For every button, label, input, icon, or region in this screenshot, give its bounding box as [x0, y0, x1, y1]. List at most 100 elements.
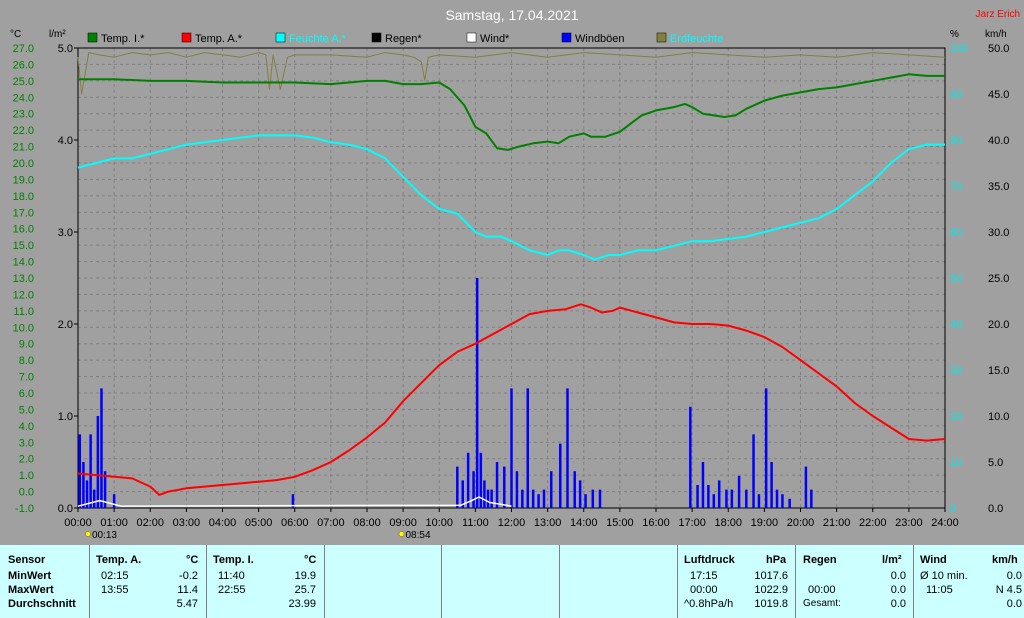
temp-tick-label: 13.0 — [13, 273, 34, 285]
temp-i-max-time: 22:55 — [218, 584, 246, 596]
legend-swatch — [466, 32, 477, 43]
legend-swatch — [656, 32, 667, 43]
annotation-label: 08:54 — [406, 530, 431, 541]
temp-i-max-val: 25.7 — [294, 584, 316, 596]
chart-title: Samstag, 17.04.2021 — [445, 7, 578, 23]
temp-a-max-val: 11.4 — [177, 584, 198, 596]
rain-total: 0.0 — [890, 598, 906, 610]
pressure-max-val: 1022.9 — [754, 584, 788, 596]
x-tick-label: 14:00 — [570, 517, 598, 529]
humidity-tick-label: 40 — [950, 319, 962, 331]
temp-a-avg: 5.47 — [176, 598, 198, 610]
legend-swatch — [181, 32, 192, 43]
temp-i-min-val: 19.9 — [294, 570, 316, 582]
x-tick-label: 23:00 — [895, 517, 923, 529]
rain-max-val: 0.0 — [890, 584, 906, 596]
legend-swatch — [87, 32, 98, 43]
sensor-header: Sensor — [8, 554, 46, 566]
temp-tick-label: 12.0 — [13, 289, 34, 301]
x-tick-label: 11:00 — [462, 517, 489, 529]
temp-tick-label: 0.0 — [19, 487, 34, 499]
temp-tick-label: 18.0 — [13, 191, 34, 203]
temp-tick-label: 24.0 — [13, 92, 34, 104]
temp-i-header: Temp. I. — [213, 554, 254, 566]
rain-min-val: 0.0 — [890, 570, 906, 582]
temp-tick-label: 4.0 — [19, 421, 34, 433]
x-axis-ticks: 00:00 01:00 02:00 03:00 04:00 05:00 06:00 07:00… — [64, 508, 959, 529]
x-tick-label: 18:00 — [714, 517, 742, 529]
humidity-tick-label: 0 — [950, 503, 956, 515]
temp-tick-label: 27.0 — [13, 43, 34, 55]
temp-a-unit: °C — [186, 554, 199, 566]
unit-temp: °C — [10, 29, 21, 40]
pressure-header: Luftdruck — [684, 554, 735, 566]
unit-wind: km/h — [985, 29, 1007, 40]
rain-tick-label: 3.0 — [58, 227, 73, 239]
legend-label: Temp. A.* — [195, 33, 243, 45]
humidity-tick-label: 10 — [950, 457, 962, 469]
x-tick-label: 03:00 — [173, 517, 201, 529]
x-tick-label: 19:00 — [751, 517, 779, 529]
sun-marker-icon — [85, 531, 91, 537]
x-tick-label: 02:00 — [136, 517, 164, 529]
row-label-avg: Durchschnitt — [8, 598, 76, 610]
legend-label: Erdfeuchte — [670, 33, 723, 45]
legend-label: Temp. I.* — [101, 33, 145, 45]
rain-total-label: Gesamt: — [803, 598, 841, 609]
wind-tick-label: 15.0 — [988, 365, 1009, 377]
temp-tick-label: 5.0 — [19, 404, 34, 416]
temp-i-avg: 23.99 — [288, 598, 316, 610]
temp-tick-label: 6.0 — [19, 388, 34, 400]
legend-label: Regen* — [385, 33, 422, 45]
wind-min-val: 0.0 — [1006, 570, 1022, 582]
rain-tick-label: 1.0 — [58, 411, 73, 423]
weather-chart: 27.0 26.0 25.0 24.0 23.0 22.0 21.0 20.0 19.0 18.0… — [10, 7, 1020, 541]
annotation-label: 00:13 — [92, 530, 117, 541]
wind-avg: 0.0 — [1006, 598, 1022, 610]
x-tick-label: 09:00 — [389, 517, 417, 529]
x-tick-label: 05:00 — [245, 517, 273, 529]
temp-tick-label: 19.0 — [13, 174, 34, 186]
rain-unit: l/m² — [882, 554, 902, 566]
temp-tick-label: 22.0 — [13, 125, 34, 137]
temp-i-min-time: 11:40 — [218, 570, 245, 582]
wind-tick-label: 10.0 — [988, 411, 1009, 423]
wind-tick-label: 0.0 — [988, 503, 1003, 515]
rain-max-time: 00:00 — [808, 584, 836, 596]
rain-tick-label: 0.0 — [58, 503, 73, 515]
unit-rain: l/m² — [49, 29, 66, 40]
legend-swatch — [275, 32, 286, 43]
rain-tick-label: 5.0 — [58, 43, 73, 55]
temp-a-min-time: 02:15 — [101, 570, 129, 582]
wind-tick-label: 25.0 — [988, 273, 1009, 285]
humidity-tick-label: 80 — [950, 135, 962, 147]
x-tick-label: 06:00 — [281, 517, 309, 529]
temp-tick-label: 11.0 — [13, 306, 34, 318]
temp-tick-label: 20.0 — [13, 158, 34, 170]
x-tick-label: 20:00 — [787, 517, 815, 529]
x-tick-label: 10:00 — [425, 517, 453, 529]
wind-tick-label: 40.0 — [988, 135, 1009, 147]
temp-tick-label: -1.0 — [15, 503, 34, 515]
temp-tick-label: 9.0 — [19, 339, 34, 351]
temp-a-max-time: 13:55 — [101, 584, 129, 596]
x-tick-label: 00:00 — [64, 517, 92, 529]
legend-swatch — [561, 32, 572, 43]
x-tick-label: 08:00 — [353, 517, 381, 529]
humidity-tick-label: 70 — [950, 181, 962, 193]
humidity-tick-label: 30 — [950, 365, 962, 377]
rain-tick-label: 4.0 — [58, 135, 73, 147]
wind-max-time: 11:05 — [926, 584, 953, 596]
pressure-trend: ^0.8hPa/h — [684, 598, 734, 610]
temp-tick-label: 16.0 — [13, 224, 34, 236]
wind-unit: km/h — [992, 554, 1018, 566]
wind-tick-label: 45.0 — [988, 89, 1009, 101]
humidity-tick-label: 100 — [950, 43, 968, 55]
x-tick-label: 12:00 — [498, 517, 526, 529]
x-tick-label: 21:00 — [823, 517, 851, 529]
x-tick-label: 24:00 — [931, 517, 959, 529]
x-tick-label: 15:00 — [606, 517, 634, 529]
temp-tick-label: 8.0 — [19, 355, 34, 367]
x-tick-label: 17:00 — [678, 517, 706, 529]
time-annotations: 00:13 08:54 — [85, 530, 431, 541]
